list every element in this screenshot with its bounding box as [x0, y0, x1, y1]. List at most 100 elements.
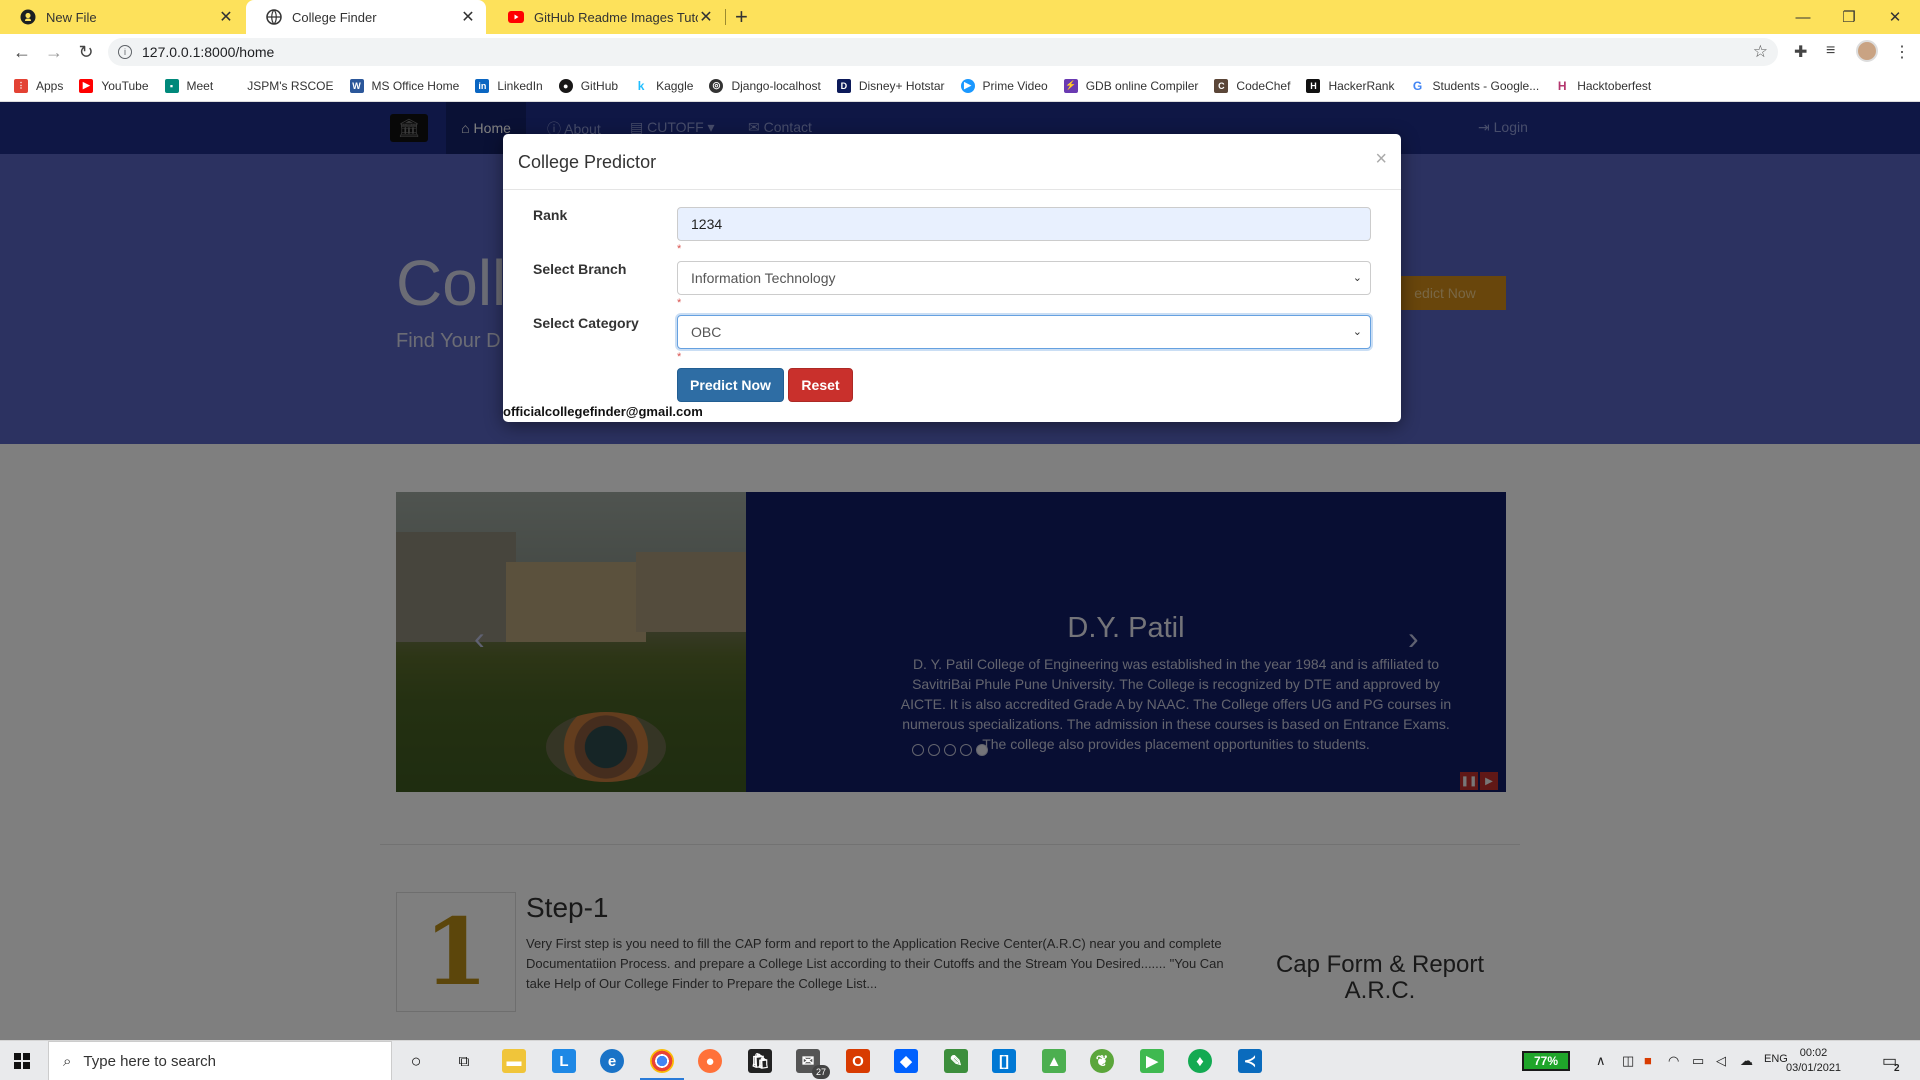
- edge-icon[interactable]: e: [600, 1049, 624, 1073]
- store-icon[interactable]: 🛍: [748, 1049, 772, 1073]
- category-value: OBC: [691, 324, 722, 340]
- required-marker: *: [677, 351, 682, 363]
- meet-now-icon[interactable]: ◫: [1622, 1053, 1634, 1069]
- forward-icon[interactable]: →: [42, 40, 66, 64]
- bookmark-linkedin[interactable]: in LinkedIn: [475, 78, 543, 93]
- battery-icon[interactable]: ▭: [1692, 1053, 1704, 1069]
- branch-select[interactable]: Information Technology ⌄: [677, 261, 1371, 295]
- bookmark-django[interactable]: ◎ Django-localhost: [709, 78, 821, 93]
- taskbar-search-box[interactable]: ⌕ Type here to search: [48, 1041, 392, 1080]
- address-bar[interactable]: i 127.0.0.1:8000/home ☆: [108, 38, 1778, 66]
- file-explorer-icon[interactable]: ▬: [502, 1049, 526, 1073]
- bookmark-meet[interactable]: ▪ Meet: [164, 78, 213, 93]
- chart-app-icon[interactable]: ▲: [1042, 1049, 1066, 1073]
- bookmark-star-icon[interactable]: ☆: [1753, 42, 1768, 62]
- browser-tab-strip: New File ✕ College Finder ✕ GitHub Readm…: [0, 0, 1920, 34]
- search-icon: ⌕: [63, 1052, 72, 1070]
- search-placeholder: Type here to search: [83, 1052, 216, 1070]
- codechef-icon: C: [1214, 78, 1229, 93]
- speaker-icon[interactable]: ◁: [1716, 1053, 1726, 1069]
- word-icon: W: [349, 78, 364, 93]
- back-icon[interactable]: ←: [10, 40, 34, 64]
- rank-input[interactable]: 1234: [677, 207, 1371, 241]
- bookmark-github[interactable]: ● GitHub: [558, 78, 618, 93]
- media-control-icon[interactable]: ≡: [1826, 42, 1835, 60]
- dropbox-icon[interactable]: ◆: [894, 1049, 918, 1073]
- launcher-l-icon[interactable]: L: [552, 1049, 576, 1073]
- task-view-icon[interactable]: ⧉: [452, 1049, 476, 1073]
- bookmark-hotstar[interactable]: D Disney+ Hotstar: [836, 78, 945, 93]
- required-marker: *: [677, 243, 682, 255]
- bookmarks-bar: ⋮ Apps ▶ YouTube ▪ Meet JSPM's RSCOE W MS Of…: [0, 70, 1920, 102]
- bookmark-kaggle[interactable]: k Kaggle: [634, 78, 693, 93]
- wifi-icon[interactable]: ◠: [1668, 1053, 1679, 1069]
- tab-new-file[interactable]: New File ✕: [0, 0, 244, 34]
- close-tab-icon[interactable]: ✕: [698, 7, 714, 27]
- category-select[interactable]: OBC ⌄: [677, 315, 1371, 349]
- globe-icon: [266, 9, 282, 25]
- profile-avatar[interactable]: [1856, 40, 1878, 62]
- bookmark-gdb[interactable]: ⚡ GDB online Compiler: [1063, 78, 1198, 93]
- bookmark-apps[interactable]: ⋮ Apps: [14, 78, 63, 93]
- app-tray-icon[interactable]: ■: [1644, 1053, 1652, 1068]
- leaf-app-icon[interactable]: ❦: [1090, 1049, 1114, 1073]
- contact-email[interactable]: officialcollegefinder@gmail.com: [503, 404, 703, 419]
- vscode-icon[interactable]: ≺: [1238, 1049, 1262, 1073]
- close-tab-icon[interactable]: ✕: [460, 7, 476, 27]
- windows-start-icon[interactable]: [14, 1053, 30, 1069]
- youtube-icon: ▶: [79, 78, 94, 93]
- close-icon[interactable]: ×: [1375, 148, 1387, 171]
- office-icon[interactable]: O: [846, 1049, 870, 1073]
- mail-badge: 27: [812, 1065, 830, 1079]
- tab-title: GitHub Readme Images Tutorial: [534, 9, 698, 25]
- language-indicator[interactable]: ENG: [1764, 1053, 1788, 1065]
- pen-app-icon[interactable]: ✎: [944, 1049, 968, 1073]
- browser-toolbar: ← → ↻ i 127.0.0.1:8000/home ☆ ✚ ≡ ⋮: [0, 34, 1920, 70]
- chevron-down-icon: ⌄: [1352, 272, 1362, 284]
- reload-icon[interactable]: ↻: [74, 40, 98, 64]
- cloud-icon[interactable]: ☁: [1740, 1053, 1753, 1069]
- youtube-icon: [508, 9, 524, 25]
- extensions-icon[interactable]: ✚: [1794, 42, 1807, 62]
- bookmark-hackerrank[interactable]: H HackerRank: [1306, 78, 1394, 93]
- cortana-icon[interactable]: ○: [404, 1049, 428, 1073]
- meet-icon: ▪: [164, 78, 179, 93]
- media-app-icon[interactable]: ▶: [1140, 1049, 1164, 1073]
- predict-now-button[interactable]: Predict Now: [677, 368, 784, 402]
- restore-icon[interactable]: ❐: [1826, 0, 1872, 34]
- new-tab-icon[interactable]: +: [735, 4, 748, 30]
- globe-icon: ◎: [709, 78, 724, 93]
- minimize-icon[interactable]: —: [1780, 0, 1826, 34]
- modal-title: College Predictor: [518, 152, 657, 172]
- branch-label: Select Branch: [533, 261, 627, 277]
- apps-grid-icon: ⋮: [14, 78, 28, 93]
- mongodb-icon[interactable]: ♦: [1188, 1049, 1212, 1073]
- bookmark-prime-video[interactable]: ▶ Prime Video: [960, 78, 1048, 93]
- site-info-icon[interactable]: i: [118, 45, 132, 59]
- close-window-icon[interactable]: ✕: [1872, 0, 1918, 34]
- chevron-up-icon[interactable]: ∧: [1596, 1053, 1606, 1069]
- tab-github-readme-tutorial[interactable]: GitHub Readme Images Tutorial ✕: [488, 0, 724, 34]
- battery-indicator[interactable]: 77%: [1522, 1051, 1570, 1071]
- bookmark-hacktoberfest[interactable]: H Hacktoberfest: [1555, 78, 1651, 93]
- linkedin-icon: in: [475, 78, 490, 93]
- bookmark-google-students[interactable]: G Students - Google...: [1410, 78, 1539, 93]
- firefox-icon[interactable]: ●: [698, 1049, 722, 1073]
- github-icon: ●: [558, 78, 573, 93]
- bookmark-youtube[interactable]: ▶ YouTube: [79, 78, 149, 93]
- taskbar-clock[interactable]: 00:02 03/01/2021: [1786, 1046, 1841, 1076]
- gdb-icon: ⚡: [1063, 78, 1078, 93]
- bracket-app-icon[interactable]: []: [992, 1049, 1016, 1073]
- chevron-down-icon: ⌄: [1352, 326, 1362, 338]
- menu-icon[interactable]: ⋮: [1894, 42, 1910, 62]
- bookmark-rscoe[interactable]: JSPM's RSCOE: [247, 79, 333, 93]
- close-tab-icon[interactable]: ✕: [218, 7, 234, 27]
- reset-button[interactable]: Reset: [788, 368, 853, 402]
- tab-college-finder[interactable]: College Finder ✕: [246, 0, 486, 34]
- tab-title: College Finder: [292, 9, 377, 25]
- bookmark-codechef[interactable]: C CodeChef: [1214, 78, 1290, 93]
- notification-count: 2: [1894, 1063, 1900, 1074]
- bookmark-ms-office[interactable]: W MS Office Home: [349, 78, 459, 93]
- chrome-icon[interactable]: [640, 1049, 684, 1080]
- rank-value: 1234: [691, 216, 723, 232]
